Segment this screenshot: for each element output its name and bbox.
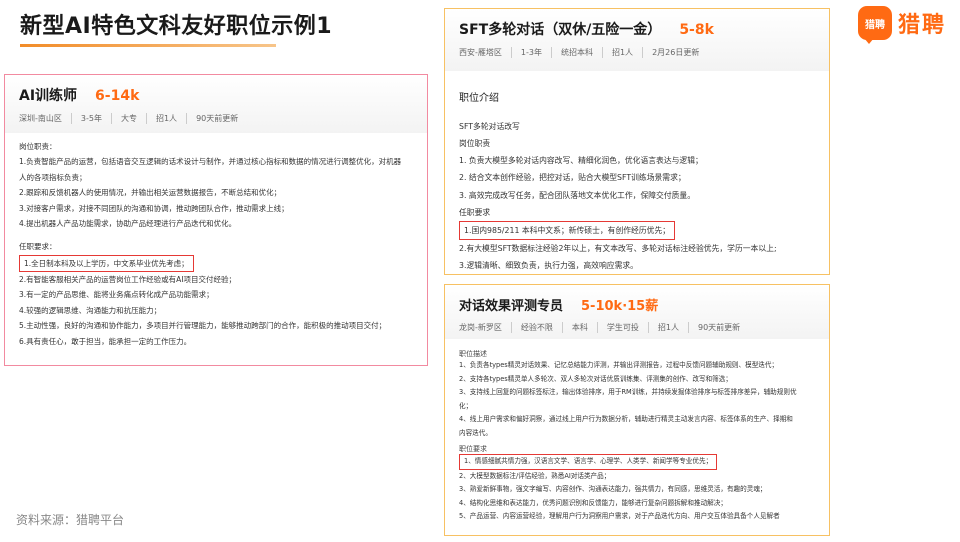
meta-updated: 2月26日更新 <box>642 47 708 58</box>
requirement-line: 3.有一定的产品思维、能将业务痛点转化成产品功能需求； <box>19 290 214 300</box>
duty-line: 3.对接客户需求，对接不同团队的沟通和协调，推动跨团队合作，推动需求上线； <box>19 203 289 213</box>
job-description: 职位介绍 SFT多轮对话改写 岗位职责 1. 负责大模型多轮对话内容改写、精细化… <box>445 71 829 274</box>
requirement-line: 4.较强的逻辑思维、沟通能力和抗压能力； <box>19 305 162 315</box>
meta-location: 西安-雁塔区 <box>459 48 502 57</box>
requirement-line: 2.有智能客服相关产品的运营岗位工作经验或有AI项目交付经验； <box>19 275 236 284</box>
job-salary: 5-8k <box>679 22 714 38</box>
job-title: SFT多轮对话（双休/五险一金） <box>459 22 662 38</box>
duty-line: 1.负责智能产品的运营，包括语音交互逻辑的话术设计与制作，并通过核心指标和数据的… <box>19 157 402 167</box>
meta-student: 学生可投 <box>596 322 648 333</box>
description-line: 化； <box>459 401 473 410</box>
job-description: 岗位职责： 1.负责智能产品的运营，包括语音交互逻辑的话术设计与制作，并通过核心… <box>5 133 427 355</box>
highlighted-requirement: 1.全日制本科及以上学历，中文系毕业优先考虑； <box>19 254 194 272</box>
brand-badge-icon: 猎聘 <box>857 6 892 44</box>
description-line: 1. 负责大模型多轮对话内容改写、精细化润色，优化语言表达与逻辑； <box>459 156 703 166</box>
description-line: 3. 高效完成改写任务，配合团队落地文本优化工作，保障交付质量。 <box>459 190 696 200</box>
meta-headcount: 招1人 <box>145 113 186 124</box>
description-line: 内容迭代。 <box>459 428 492 437</box>
requirement-line: 3、熟爱新鲜事物，强文字编写、内容创作、沟通表达能力，强共情力，有同感，思维灵活… <box>459 485 767 494</box>
meta-experience: 3-5年 <box>70 113 111 124</box>
description-line: 任职要求 <box>459 207 491 217</box>
job-card-ai-trainer: AI训练师 6-14k 深圳-南山区 3-5年 大专 招1人 90天前更新 岗位… <box>4 74 428 366</box>
job-meta: 深圳-南山区 3-5年 大专 招1人 90天前更新 <box>19 113 413 124</box>
requirement-line: 5、产品运营、内容运营经验，理解用户行为洞察用户需求，对于产品迭代方向、用户交互… <box>459 512 780 521</box>
meta-location: 龙岗-新罗区 <box>459 323 502 332</box>
description-line: 2、支持各types精灵单人多轮次、双人多轮次对话优质训练集、评测集的创作、改写… <box>459 374 732 383</box>
job-meta: 西安-雁塔区 1-3年 统招本科 招1人 2月26日更新 <box>459 47 815 58</box>
meta-education: 本科 <box>561 322 597 333</box>
job-title: AI训练师 <box>19 88 78 104</box>
description-line: 1、负责各types精灵对话效果、记忆总结能力评测，并输出评测报告，过程中反馈问… <box>459 361 779 369</box>
requirement-line: 2.有大模型SFT数据标注经验2年以上，有文本改写、多轮对话标注经验优先，学历一… <box>459 243 777 253</box>
section-title: 职位介绍 <box>459 93 499 104</box>
requirements-label: 职位要求 <box>459 445 487 454</box>
highlighted-requirement: 1.国内985/211 本科中文系；新传硕士，有创作经历优先； <box>459 220 676 240</box>
job-card-header: SFT多轮对话（双休/五险一金） 5-8k 西安-雁塔区 1-3年 统招本科 招… <box>445 9 829 71</box>
job-description: 职位描述 1、负责各types精灵对话效果、记忆总结能力评测，并输出评测报告，过… <box>445 339 829 530</box>
meta-education: 大专 <box>110 113 146 124</box>
job-meta: 龙岗-新罗区 经验不限 本科 学生可投 招1人 90天前更新 <box>459 322 815 333</box>
duty-line: 人的各项指标负责； <box>19 172 87 182</box>
duty-line: 2.跟踪和反馈机器人的使用情况，并输出相关运营数据报告，不断总结和优化； <box>19 188 282 198</box>
job-card-sft-dialogue: SFT多轮对话（双休/五险一金） 5-8k 西安-雁塔区 1-3年 统招本科 招… <box>444 8 830 275</box>
requirement-line: 2、大模型数据标注/评估经验，熟悉AI对话类产品； <box>459 471 611 480</box>
description-line: 3、支持线上回复的问题标签标注，输出体验排序，用于RM训练，并持续发掘体验排序与… <box>459 388 797 397</box>
requirement-line: 3.逻辑清晰、细致负责，执行力强，高效响应需求。 <box>459 261 638 271</box>
job-salary: 6-14k <box>95 88 140 104</box>
requirement-line: 4、结构化思维和表达能力，优秀问题识别和反馈能力，能够进行复杂问题拆解和推动解决… <box>459 498 727 507</box>
job-card-header: 对话效果评测专员 5-10k·15薪 龙岗-新罗区 经验不限 本科 学生可投 招… <box>445 285 829 339</box>
meta-experience: 1-3年 <box>510 47 551 58</box>
description-line: SFT多轮对话改写 <box>459 122 520 131</box>
brand-name: 猎聘 <box>897 13 946 38</box>
meta-headcount: 招1人 <box>647 322 688 333</box>
meta-updated: 90天前更新 <box>186 113 247 124</box>
slide-title: 新型AI特色文科友好职位示例1 <box>20 14 333 39</box>
requirements-label: 任职要求： <box>19 242 57 252</box>
job-salary: 5-10k·15薪 <box>581 299 659 314</box>
requirement-line: 5.主动性强，良好的沟通和协作能力，多项目并行管理能力，能够推动跨部门的合作，能… <box>19 321 387 331</box>
duty-line: 4.提出机器人产品功能需求，协助产品经理进行产品迭代和优化。 <box>19 218 237 228</box>
description-line: 岗位职责 <box>459 139 491 149</box>
description-label: 职位描述 <box>459 350 487 358</box>
description-line: 4、线上用户需求和偏好洞察，通过线上用户行为数据分析，辅助进行精灵主动发言内容、… <box>459 415 793 424</box>
description-line: 2. 结合文本创作经验，把控对话，贴合大模型SFT训练场景需求； <box>459 173 686 183</box>
job-card-header: AI训练师 6-14k 深圳-南山区 3-5年 大专 招1人 90天前更新 <box>5 75 427 133</box>
meta-headcount: 招1人 <box>601 47 642 58</box>
brand-logo: 猎聘 猎聘 <box>857 6 946 44</box>
job-card-dialogue-evaluator: 对话效果评测专员 5-10k·15薪 龙岗-新罗区 经验不限 本科 学生可投 招… <box>444 284 830 536</box>
job-title: 对话效果评测专员 <box>459 299 564 314</box>
meta-experience: 经验不限 <box>510 322 562 333</box>
source-note: 资料来源：猎聘平台 <box>16 513 125 527</box>
requirement-line: 6.具有责任心，敢于担当，能承担一定的工作压力。 <box>19 336 192 346</box>
meta-location: 深圳-南山区 <box>19 114 62 123</box>
title-underline <box>20 44 276 47</box>
brand-badge-text: 猎聘 <box>864 19 885 31</box>
duties-label: 岗位职责： <box>19 142 57 151</box>
meta-updated: 90天前更新 <box>687 322 749 333</box>
meta-education: 统招本科 <box>550 47 602 58</box>
highlighted-requirement: 1、情感细腻共情力强，汉语言文学、语言学、心理学、人类学、新闻学等专业优先； <box>459 454 718 470</box>
